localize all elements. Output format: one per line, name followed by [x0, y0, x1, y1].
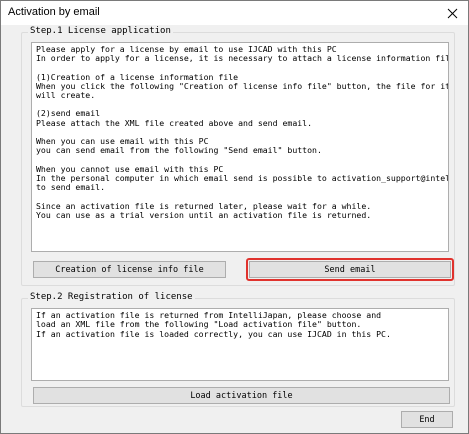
end-button[interactable]: End — [401, 411, 453, 428]
step1-paragraph: When you can use email with this PC you c… — [36, 136, 444, 156]
load-activation-file-button[interactable]: Load activation file — [33, 387, 450, 404]
title-bar: Activation by email — [1, 1, 468, 25]
step2-label: Step.2 Registration of license — [28, 292, 195, 302]
step1-paragraph: Please apply for a license by email to u… — [36, 44, 449, 64]
activation-dialog: Activation by email Step.1 License appli… — [0, 0, 469, 434]
step1-text-line: You can use as a trial version until an … — [36, 209, 372, 220]
close-button[interactable] — [436, 1, 468, 25]
step1-group: Step.1 License application Please apply … — [21, 26, 455, 286]
step1-paragraph: (1)Creation of a license information fil… — [36, 72, 449, 101]
send-email-highlight — [246, 258, 454, 281]
step1-text-line: When you click the following "Creation o… — [36, 80, 449, 91]
step1-text-line: In order to apply for a license, it is n… — [36, 53, 449, 64]
step1-paragraph: Since an activation file is returned lat… — [36, 201, 444, 221]
step2-instructions-text[interactable]: If an activation file is returned from I… — [31, 308, 449, 381]
step1-label: Step.1 License application — [28, 26, 173, 36]
window-title: Activation by email — [8, 6, 100, 18]
step1-text-line: you can send email from the following "S… — [36, 145, 322, 156]
step1-text-line: will create. — [36, 90, 96, 101]
step2-group: Step.2 Registration of license If an act… — [21, 292, 455, 407]
step2-text-line: If an activation file is loaded correctl… — [36, 328, 391, 339]
step1-paragraph: (2)send email Please attach the XML file … — [36, 109, 444, 128]
step1-text-line: Please attach the XML file created above… — [36, 117, 313, 128]
step1-instructions-text[interactable]: Please apply for a license by email to u… — [31, 42, 449, 252]
close-icon — [447, 8, 457, 18]
create-license-info-button[interactable]: Creation of license info file — [33, 261, 226, 278]
step1-text-line: to send email. — [36, 182, 106, 193]
step1-paragraph: When you cannot use email with this PC In… — [36, 164, 448, 193]
